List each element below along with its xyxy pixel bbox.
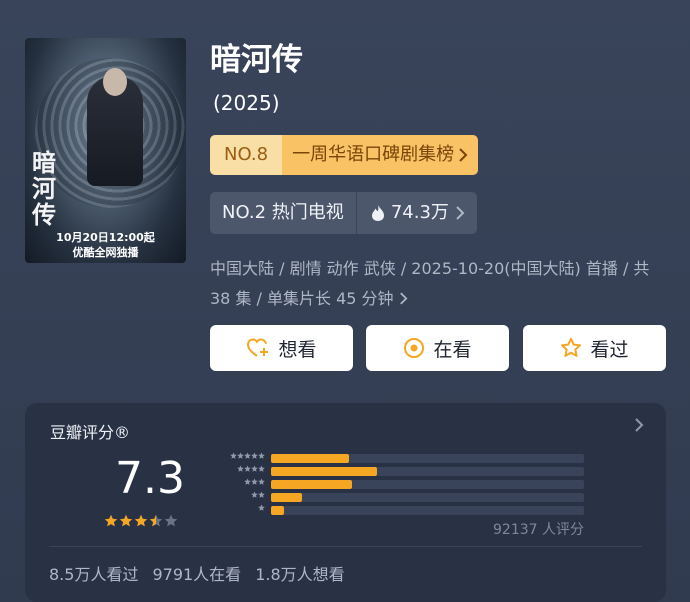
show-meta[interactable]: 中国大陆 / 剧情 动作 武侠 / 2025-10-20(中国大陆) 首播 / …	[210, 254, 650, 314]
rank-hot-label: NO.2 热门电视	[222, 202, 344, 223]
poster-date: 10月20日12:00起	[56, 231, 155, 244]
histogram-bar	[271, 467, 378, 476]
histogram-bar	[271, 454, 350, 463]
show-meta-text: 中国大陆 / 剧情 动作 武侠 / 2025-10-20(中国大陆) 首播 / …	[210, 259, 650, 308]
rating-star-icon	[104, 513, 118, 532]
chevron-right-icon[interactable]	[634, 417, 644, 433]
histogram-row	[205, 477, 585, 490]
show-title: 暗河传	[210, 42, 303, 78]
watching-button[interactable]: 在看	[366, 325, 509, 371]
histogram-bar	[271, 480, 353, 489]
target-icon	[404, 338, 425, 358]
histogram-star-label	[251, 490, 265, 501]
show-year: (2025)	[213, 91, 280, 115]
flame-icon	[371, 205, 384, 221]
histogram-track	[271, 506, 584, 515]
watching-count[interactable]: 9791人在看	[152, 561, 241, 585]
rating-star-icon	[119, 513, 133, 532]
histogram-bar	[271, 493, 303, 502]
histogram-row	[205, 490, 585, 503]
histogram-track	[271, 454, 584, 463]
poster-exclusive: 优酷全网独播	[72, 246, 139, 259]
rank-heat-value: 74.3万	[390, 202, 449, 223]
histogram-row	[205, 451, 585, 464]
rating-star-icon	[164, 513, 178, 532]
watched-button-label: 看过	[590, 338, 629, 361]
rating-star-icon	[149, 513, 163, 532]
poster-image[interactable]: 暗 河 传 10月20日12:00起 优酷全网独播	[25, 38, 186, 263]
want-count[interactable]: 1.8万人想看	[255, 561, 344, 585]
rank-weekly-name: 一周华语口碑剧集榜	[282, 135, 479, 175]
histogram-bar	[271, 506, 284, 515]
rating-divider	[49, 546, 642, 547]
rating-votes[interactable]: 92137 人评分	[493, 519, 584, 539]
heart-plus-icon	[247, 338, 269, 357]
rank-weekly-number: NO.8	[210, 135, 283, 175]
histogram-star-label	[244, 477, 265, 488]
histogram-row	[205, 503, 585, 516]
rating-title: 豆瓣评分®	[50, 423, 131, 442]
want-button[interactable]: 想看	[210, 325, 353, 371]
watching-button-label: 在看	[433, 338, 472, 361]
histogram-track	[271, 480, 584, 489]
want-button-label: 想看	[278, 338, 317, 361]
histogram-star-label	[237, 464, 265, 475]
rating-score: 7.3	[115, 453, 185, 504]
watched-button[interactable]: 看过	[523, 325, 666, 371]
rank-badge-weekly[interactable]: NO.8 一周华语口碑剧集榜	[210, 135, 479, 175]
histogram-row	[205, 464, 585, 477]
histogram-star-label	[258, 503, 265, 514]
poster-title: 暗 河 传	[32, 148, 56, 229]
histogram-track	[271, 493, 584, 502]
histogram-star-label	[230, 451, 265, 462]
rating-panel[interactable]: 豆瓣评分® 7.3 92137 人评分 8.5万人看过 9791人在看 1.8万…	[25, 403, 666, 602]
rank-heat: 74.3万	[357, 192, 477, 234]
chevron-right-icon	[456, 206, 465, 220]
histogram-track	[271, 467, 584, 476]
rating-stats: 8.5万人看过 9791人在看 1.8万人想看	[49, 561, 345, 585]
watched-count[interactable]: 8.5万人看过	[49, 561, 138, 585]
rating-star-icon	[134, 513, 148, 532]
rank-badge-hot[interactable]: NO.2 热门电视 74.3万	[210, 192, 477, 234]
rank-weekly-label: 一周华语口碑剧集榜	[292, 144, 455, 165]
star-icon	[561, 337, 582, 357]
rating-stars	[104, 513, 178, 532]
poster-figure-head	[103, 68, 127, 96]
chevron-right-icon	[459, 148, 468, 162]
chevron-right-icon	[399, 292, 408, 305]
